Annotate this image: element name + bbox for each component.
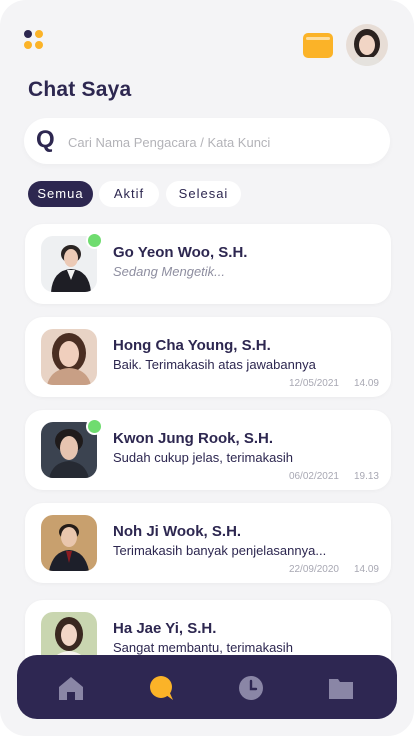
message-time: 14.09 bbox=[353, 564, 379, 575]
wallet-icon[interactable] bbox=[303, 33, 333, 58]
profile-avatar[interactable] bbox=[346, 24, 388, 66]
filter-tab-selesai[interactable]: Selesai bbox=[166, 181, 241, 207]
filter-tab-semua[interactable]: Semua bbox=[28, 181, 93, 207]
lawyer-name: Kwon Jung Rook, S.H. bbox=[113, 430, 273, 447]
grid-dots-icon[interactable] bbox=[24, 30, 46, 52]
last-message: Terimakasih banyak penjelasannya... bbox=[113, 543, 327, 558]
clock-icon[interactable] bbox=[238, 675, 264, 701]
message-time: 14.09 bbox=[353, 378, 379, 389]
message-date: 12/05/2021 bbox=[288, 378, 339, 389]
chat-item[interactable]: Kwon Jung Rook, S.H. Sudah cukup jelas, … bbox=[25, 410, 391, 490]
lawyer-name: Ha Jae Yi, S.H. bbox=[113, 620, 217, 637]
chat-screen: Chat Saya Q Semua Aktif Selesai Go Yeon … bbox=[0, 0, 414, 736]
search-input[interactable] bbox=[66, 130, 370, 154]
lawyer-name: Noh Ji Wook, S.H. bbox=[113, 523, 242, 540]
online-indicator bbox=[86, 418, 103, 435]
chat-item[interactable]: Go Yeon Woo, S.H. Sedang Mengetik... bbox=[25, 224, 391, 304]
last-message: Sudah cukup jelas, terimakasih bbox=[113, 450, 293, 465]
online-indicator bbox=[86, 232, 103, 249]
last-message: Sedang Mengetik... bbox=[113, 264, 226, 279]
search-icon: Q bbox=[36, 126, 55, 153]
message-date: 06/02/2021 bbox=[288, 471, 339, 482]
lawyer-avatar bbox=[41, 515, 97, 571]
lawyer-name: Hong Cha Young, S.H. bbox=[113, 337, 271, 354]
chat-item[interactable]: Noh Ji Wook, S.H. Terimakasih banyak pen… bbox=[25, 503, 391, 583]
page-title: Chat Saya bbox=[28, 78, 132, 101]
search-bar[interactable]: Q bbox=[24, 118, 390, 164]
bottom-nav bbox=[17, 655, 397, 719]
home-icon[interactable] bbox=[58, 675, 84, 701]
chat-item[interactable]: Hong Cha Young, S.H. Baik. Terimakasih a… bbox=[25, 317, 391, 397]
last-message: Sangat membantu, terimakasih bbox=[113, 640, 293, 655]
folder-icon[interactable] bbox=[328, 675, 354, 701]
message-date: 22/09/2020 bbox=[288, 564, 339, 575]
message-time: 19.13 bbox=[353, 471, 379, 482]
lawyer-name: Go Yeon Woo, S.H. bbox=[113, 244, 248, 261]
filter-tab-aktif[interactable]: Aktif bbox=[99, 181, 159, 207]
last-message: Baik. Terimakasih atas jawabannya bbox=[113, 357, 316, 372]
chat-icon[interactable] bbox=[148, 675, 174, 701]
lawyer-avatar bbox=[41, 329, 97, 385]
